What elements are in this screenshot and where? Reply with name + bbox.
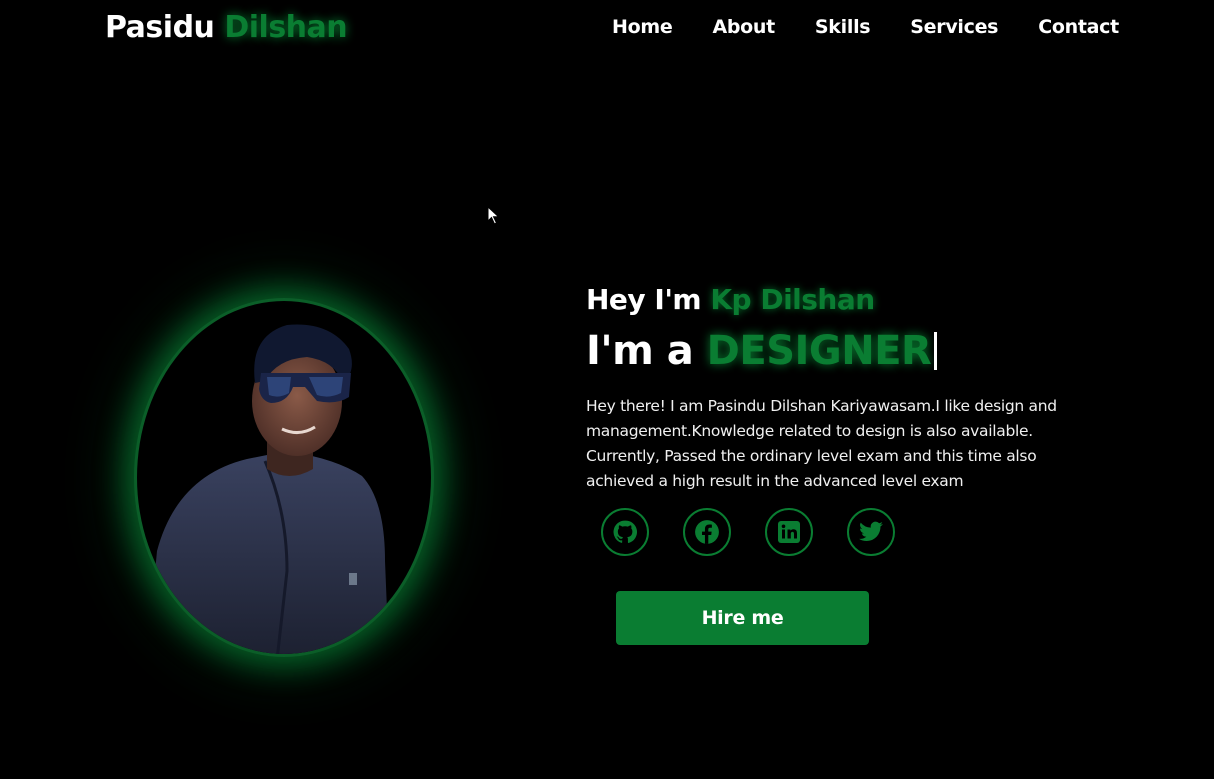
nav-services[interactable]: Services [910,16,998,38]
linkedin-link[interactable] [765,508,813,556]
logo-first: Pasidu [105,10,215,45]
nav-home[interactable]: Home [612,16,673,38]
nav-skills[interactable]: Skills [815,16,871,38]
page: Pasidu Dilshan Home About Skills Service… [0,0,1214,779]
nav-contact[interactable]: Contact [1038,16,1119,38]
facebook-icon [695,520,719,544]
facebook-link[interactable] [683,508,731,556]
hero-greeting: Hey I'm Kp Dilshan [586,283,875,316]
typing-caret [934,332,938,370]
role-word: DESIGNER [706,328,932,374]
main-nav: Home About Skills Services Contact [612,16,1119,38]
hire-me-button[interactable]: Hire me [616,591,869,645]
twitter-icon [859,521,883,541]
github-link[interactable] [601,508,649,556]
profile-photo [134,298,434,657]
social-links [601,508,895,556]
twitter-link[interactable] [847,508,895,556]
mouse-cursor-icon [487,206,500,225]
profile-photo-illustration [147,324,389,654]
role-prefix: I'm a [586,328,694,374]
hero-bio: Hey there! I am Pasindu Dilshan Kariyawa… [586,397,1057,490]
site-logo[interactable]: Pasidu Dilshan [105,10,348,45]
hero-role: I'm a DESIGNER [586,328,938,374]
logo-accent: Dilshan [224,10,348,45]
linkedin-icon [778,521,800,543]
github-icon [613,520,638,543]
greeting-name: Kp Dilshan [710,283,875,316]
nav-about[interactable]: About [712,16,775,38]
greeting-prefix: Hey I'm [586,283,702,316]
